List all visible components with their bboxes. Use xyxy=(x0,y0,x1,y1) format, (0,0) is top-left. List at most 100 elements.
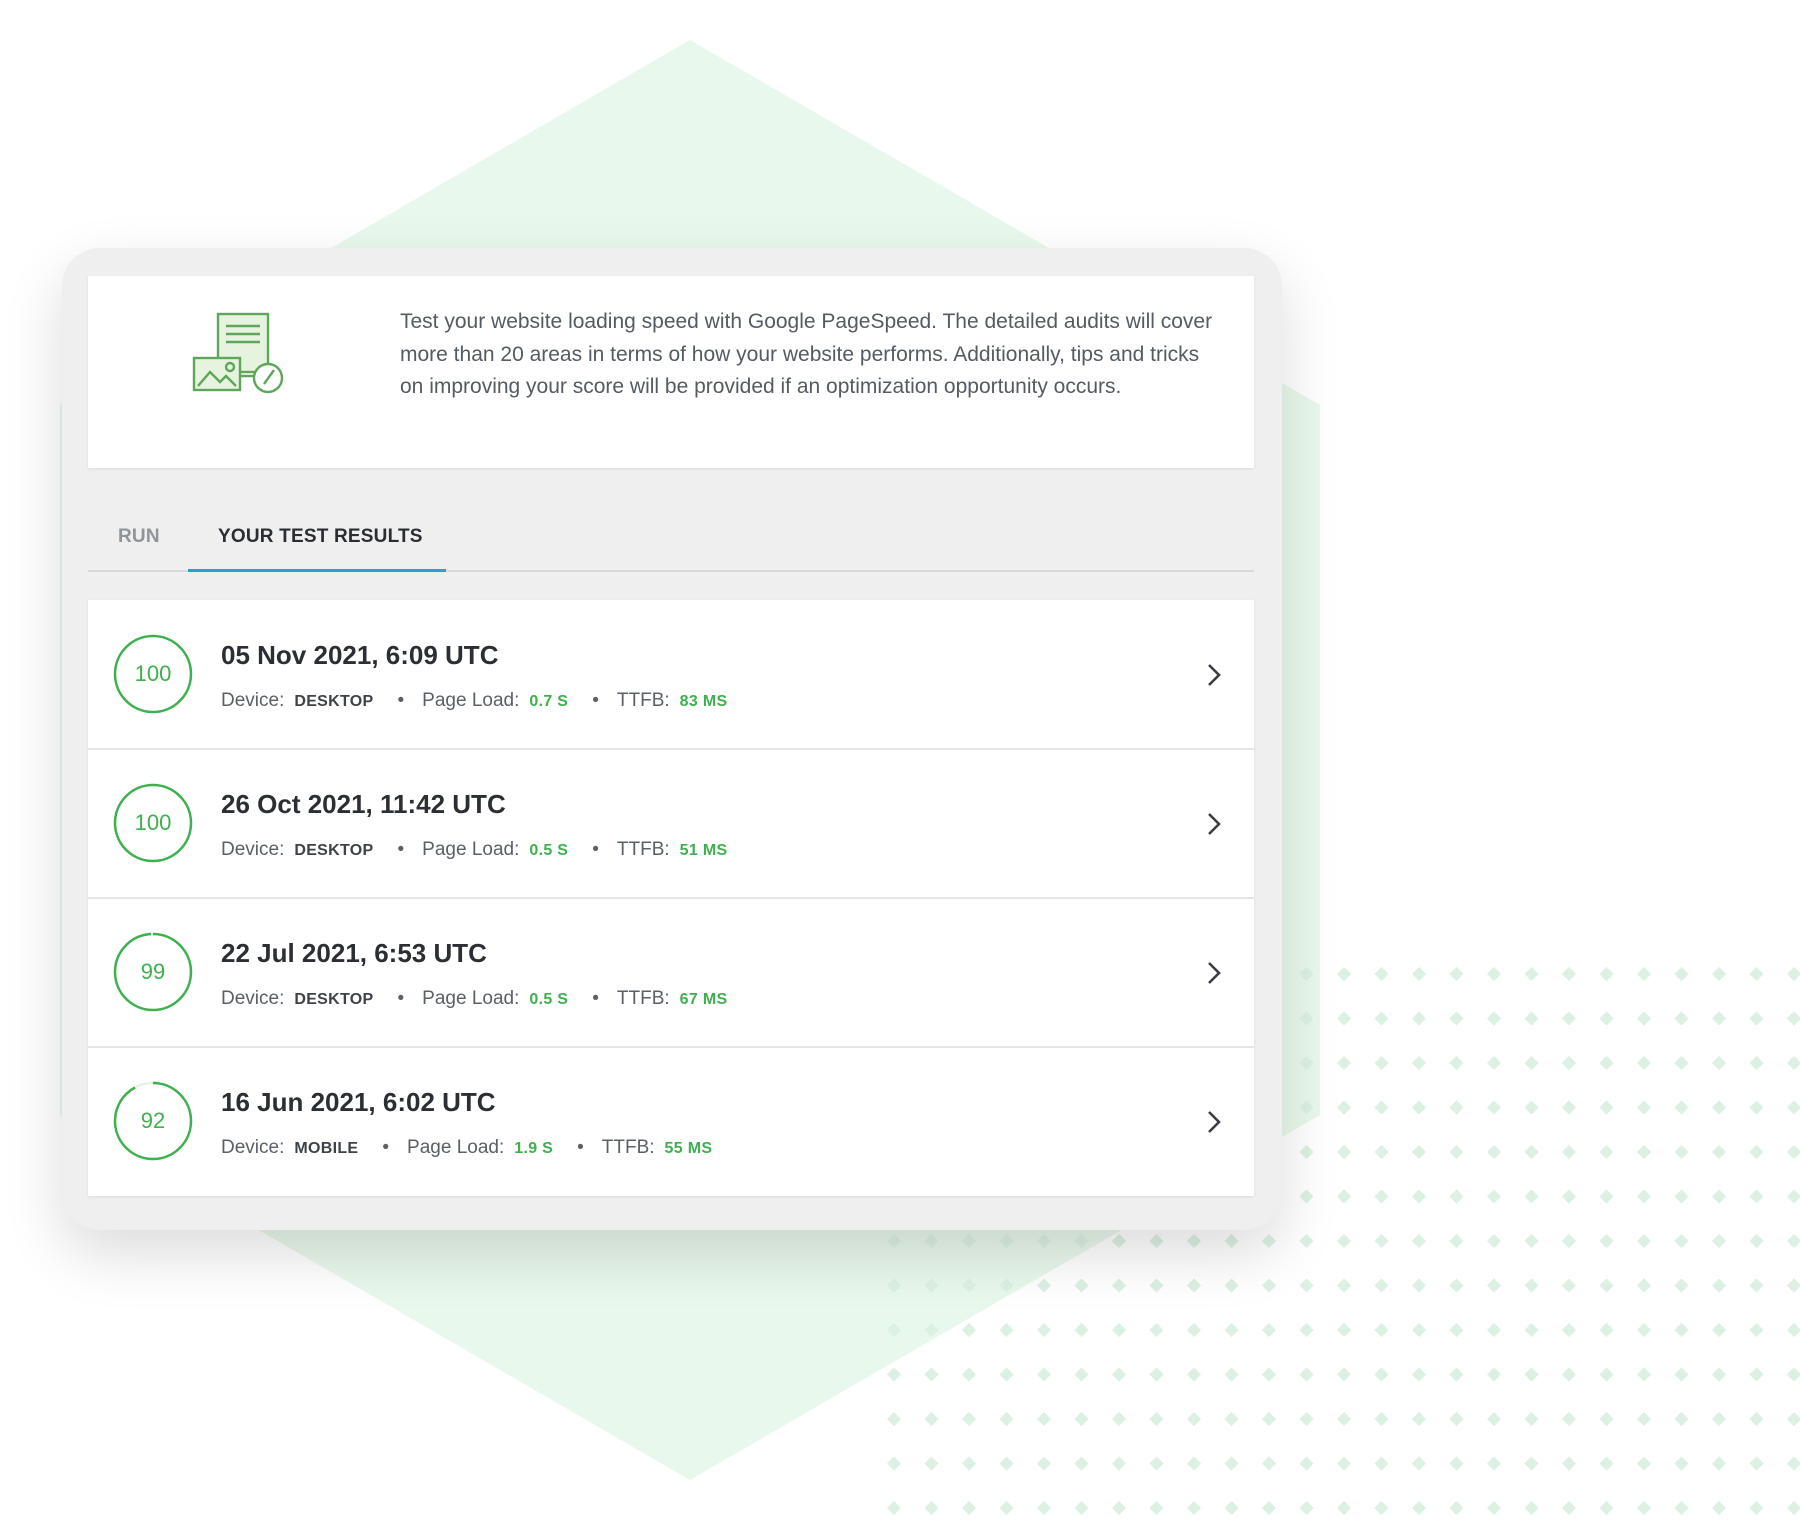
chevron-right-icon[interactable] xyxy=(1204,662,1224,688)
score-ring: 92 xyxy=(113,1081,193,1161)
background-dot xyxy=(961,1456,977,1471)
device-value: MOBILE xyxy=(294,1140,359,1157)
background-dot xyxy=(1149,1367,1164,1382)
background-dot xyxy=(886,1322,902,1338)
background-dot xyxy=(1486,1011,1502,1026)
background-dot xyxy=(1336,1189,1352,1204)
background-dot xyxy=(1224,1322,1239,1338)
background-dot xyxy=(1486,1411,1502,1427)
background-dot xyxy=(1374,1322,1389,1338)
result-row[interactable]: 92 16 Jun 2021, 6:02 UTC Device: MOBILE • P… xyxy=(88,1047,1254,1195)
background-dot xyxy=(1074,1322,1089,1338)
background-dot xyxy=(1336,1322,1352,1338)
ttfb-label: TTFB: xyxy=(616,988,670,1009)
result-date: 26 Oct 2021, 11:42 UTC xyxy=(221,789,506,819)
background-dot xyxy=(1636,1367,1652,1382)
background-dot xyxy=(961,1278,977,1293)
background-dot xyxy=(1561,1011,1577,1026)
background-dot xyxy=(1786,1144,1800,1160)
info-card: Test your website loading speed with Goo… xyxy=(88,276,1254,468)
result-row[interactable]: 100 05 Nov 2021, 6:09 UTC Device: DESKTOP… xyxy=(88,600,1254,750)
background-dot xyxy=(1786,1322,1800,1338)
active-tab-indicator xyxy=(188,569,446,572)
background-dot xyxy=(1599,1233,1614,1249)
background-dot xyxy=(1374,1144,1389,1160)
background-dot xyxy=(1711,1411,1727,1427)
background-dot xyxy=(1599,1322,1614,1338)
background-dot xyxy=(1749,1144,1764,1160)
background-dot xyxy=(886,1233,902,1249)
background-dot xyxy=(924,1322,939,1338)
chevron-right-icon[interactable] xyxy=(1204,960,1224,986)
background-dot xyxy=(1749,966,1764,982)
background-dot xyxy=(1036,1322,1052,1338)
background-dot xyxy=(1299,1100,1314,1115)
chevron-right-icon[interactable] xyxy=(1204,1109,1224,1135)
background-dot xyxy=(924,1233,939,1249)
device-label: Device: xyxy=(221,690,285,711)
page-load-label: Page Load: xyxy=(422,988,520,1009)
background-dot xyxy=(1561,1055,1577,1071)
device-label: Device: xyxy=(221,839,285,860)
background-dot xyxy=(1374,966,1389,982)
background-dot xyxy=(1524,1411,1539,1427)
background-dot xyxy=(1711,1011,1727,1026)
background-dot xyxy=(1261,1233,1277,1249)
tab-your-test-results[interactable]: YOUR TEST RESULTS xyxy=(218,526,423,548)
background-dot xyxy=(1711,1189,1727,1204)
tab-run[interactable]: RUN xyxy=(118,526,160,548)
background-dot xyxy=(1336,1144,1352,1160)
result-row[interactable]: 100 26 Oct 2021, 11:42 UTC Device: DESKTO… xyxy=(88,749,1254,899)
background-dot xyxy=(1561,1322,1577,1338)
background-dot xyxy=(1674,1233,1689,1249)
page-load-label: Page Load: xyxy=(422,839,520,860)
background-dot xyxy=(1486,966,1502,982)
background-dot xyxy=(1186,1367,1202,1382)
background-dot xyxy=(1786,1367,1800,1382)
background-dot xyxy=(1786,1411,1800,1427)
background-dot xyxy=(1561,1144,1577,1160)
background-dot xyxy=(1524,1367,1539,1382)
background-dot xyxy=(1261,1411,1277,1427)
background-dot xyxy=(1111,1411,1127,1427)
page-load-label: Page Load: xyxy=(407,1137,505,1158)
background-dot xyxy=(1336,1456,1352,1471)
background-dot xyxy=(1636,1456,1652,1471)
result-meta: Device: DESKTOP • Page Load: 0.5 S • TTFB: 51 M… xyxy=(221,839,727,861)
background-dot xyxy=(1486,1456,1502,1471)
result-row[interactable]: 99 22 Jul 2021, 6:53 UTC Device: DESKTOP •… xyxy=(88,898,1254,1048)
background-dot xyxy=(1411,1011,1427,1026)
background-dot xyxy=(1674,1055,1689,1071)
background-dot xyxy=(961,1233,977,1249)
background-dot xyxy=(1299,1322,1314,1338)
background-dot xyxy=(1786,1189,1800,1204)
tab-bar: RUN YOUR TEST RESULTS xyxy=(88,508,1254,572)
background-dot xyxy=(1786,1100,1800,1115)
background-dot xyxy=(1786,1456,1800,1471)
background-dot xyxy=(1411,1189,1427,1204)
background-dot xyxy=(1749,1278,1764,1293)
background-dot xyxy=(961,1322,977,1338)
background-dot xyxy=(1749,1100,1764,1115)
background-dot xyxy=(1111,1367,1127,1382)
background-dot xyxy=(1299,1278,1314,1293)
background-dot xyxy=(1411,966,1427,982)
background-dot xyxy=(1336,1233,1352,1249)
device-value: DESKTOP xyxy=(294,991,374,1008)
background-dot xyxy=(1449,1367,1464,1382)
result-date: 22 Jul 2021, 6:53 UTC xyxy=(221,938,487,968)
chevron-right-icon[interactable] xyxy=(1204,811,1224,837)
background-dot xyxy=(1299,1011,1314,1026)
device-label: Device: xyxy=(221,1137,285,1158)
background-dot xyxy=(999,1411,1014,1427)
background-dot xyxy=(1599,1100,1614,1115)
background-dot xyxy=(1374,1055,1389,1071)
background-dot xyxy=(1561,1278,1577,1293)
background-dot xyxy=(1449,1233,1464,1249)
background-dot xyxy=(1711,1500,1727,1516)
background-dot xyxy=(1186,1322,1202,1338)
separator-dot: • xyxy=(382,1137,390,1158)
background-dot xyxy=(1374,1233,1389,1249)
background-dot xyxy=(1149,1411,1164,1427)
background-dot xyxy=(999,1278,1014,1293)
